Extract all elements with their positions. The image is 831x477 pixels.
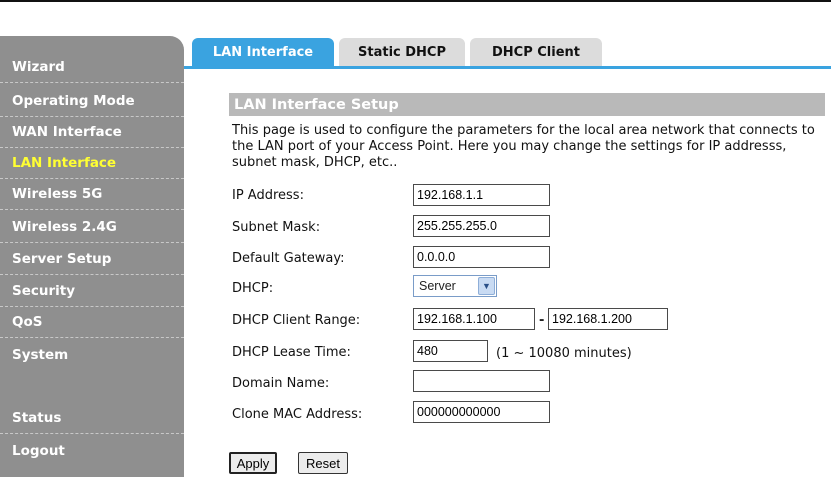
sidebar-item-label: WAN Interface [12, 124, 122, 140]
sidebar-item-system[interactable]: System [0, 339, 184, 370]
ip-address-field[interactable] [413, 184, 550, 206]
sidebar-item-wireless-2-4g[interactable]: Wireless 2.4G [0, 212, 184, 243]
sidebar-item-security[interactable]: Security [0, 276, 184, 307]
sidebar-item-lan-interface[interactable]: LAN Interface [0, 148, 184, 179]
default-gateway-label: Default Gateway: [232, 251, 345, 266]
domain-name-field[interactable] [413, 370, 550, 392]
sidebar-item-status[interactable]: Status [0, 403, 184, 434]
sidebar-item-label: Wireless 5G [12, 186, 103, 202]
tab-label: LAN Interface [212, 44, 314, 60]
lease-time-hint: (1 ~ 10080 minutes) [496, 346, 632, 361]
subnet-mask-field[interactable] [413, 215, 550, 237]
sidebar-item-label: Server Setup [12, 251, 112, 267]
section-title: LAN Interface Setup [229, 93, 825, 116]
sidebar-item-server-setup[interactable]: Server Setup [0, 244, 184, 275]
dhcp-client-range-label: DHCP Client Range: [232, 313, 361, 328]
sidebar-item-label: Operating Mode [12, 93, 135, 109]
sidebar-item-wan-interface[interactable]: WAN Interface [0, 117, 184, 148]
sidebar-item-label: LAN Interface [12, 155, 117, 171]
sidebar-item-label: Logout [12, 442, 65, 459]
dhcp-label: DHCP: [232, 281, 274, 296]
sidebar-item-logout[interactable]: Logout [0, 435, 184, 466]
sidebar-item-label: System [12, 346, 69, 363]
sidebar-item-label: Wireless 2.4G [12, 219, 117, 235]
chevron-down-icon[interactable]: ▼ [478, 277, 495, 295]
tab-lan-interface[interactable]: LAN Interface [192, 38, 334, 66]
range-separator: - [539, 313, 545, 328]
apply-button[interactable]: Apply [229, 452, 277, 474]
tab-underline [184, 66, 831, 69]
dhcp-select[interactable]: Server ▼ [413, 275, 497, 297]
dhcp-select-value: Server [419, 279, 456, 293]
tab-bar: LAN Interface Static DHCP DHCP Client [184, 38, 831, 70]
reset-button[interactable]: Reset [298, 452, 348, 474]
dhcp-range-end-field[interactable] [548, 308, 668, 330]
sidebar-item-qos[interactable]: QoS [0, 307, 184, 338]
sidebar-item-label: Wizard [12, 59, 65, 75]
sidebar-item-label: Status [12, 410, 62, 426]
tab-label: Static DHCP [358, 44, 446, 60]
clone-mac-field[interactable] [413, 401, 550, 423]
tab-dhcp-client[interactable]: DHCP Client [470, 38, 602, 66]
subnet-mask-label: Subnet Mask: [232, 220, 321, 235]
dhcp-lease-time-field[interactable] [413, 340, 488, 362]
tab-static-dhcp[interactable]: Static DHCP [339, 38, 465, 66]
tab-label: DHCP Client [491, 44, 580, 60]
sidebar-item-operating-mode[interactable]: Operating Mode [0, 86, 184, 117]
sidebar-item-label: Security [12, 283, 76, 299]
dhcp-range-start-field[interactable] [413, 308, 535, 330]
ip-address-label: IP Address: [232, 188, 304, 203]
clone-mac-label: Clone MAC Address: [232, 407, 363, 422]
dhcp-lease-time-label: DHCP Lease Time: [232, 345, 351, 360]
page-description: This page is used to configure the param… [232, 123, 815, 170]
top-divider [0, 0, 831, 2]
sidebar-nav: Wizard Operating Mode WAN Interface LAN … [0, 36, 184, 477]
sidebar-item-wizard[interactable]: Wizard [0, 52, 184, 83]
sidebar-item-label: QoS [12, 314, 43, 330]
sidebar-item-wireless-5g[interactable]: Wireless 5G [0, 179, 184, 210]
default-gateway-field[interactable] [413, 246, 550, 268]
domain-name-label: Domain Name: [232, 376, 330, 391]
